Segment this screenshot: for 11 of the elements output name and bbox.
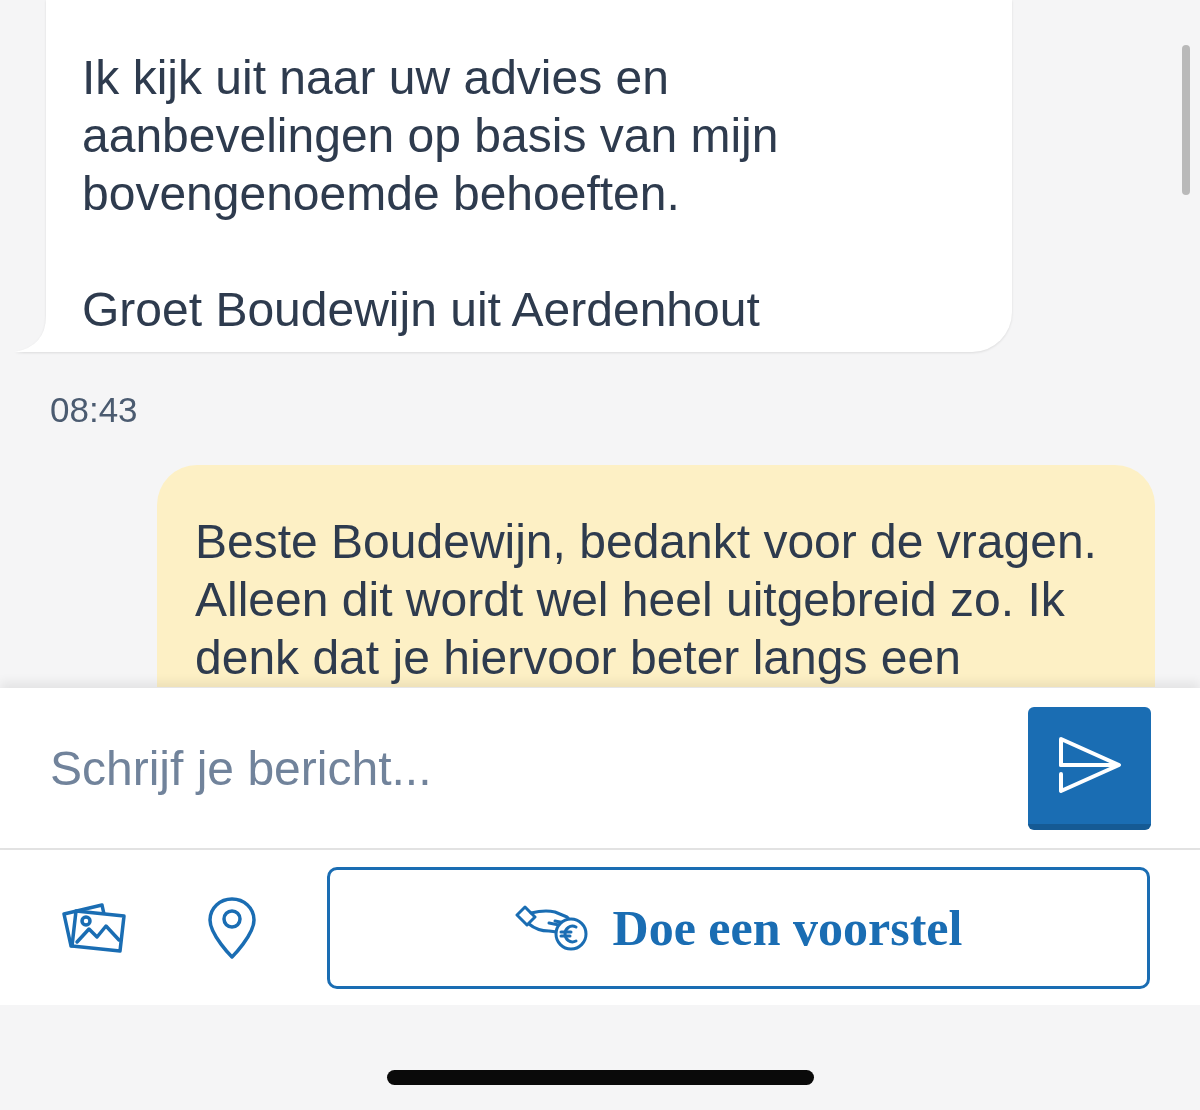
location-pin-icon[interactable] <box>208 896 256 959</box>
send-icon <box>1057 736 1122 794</box>
message-time: 08:43 <box>50 390 138 430</box>
message-text: Groet Boudewijn uit Aerdenhout <box>82 282 761 338</box>
message-text: Beste Boudewijn, bedankt voor de vragen. Alleen dit wordt wel heel uitgebreid zo. Ik denk dat je hiervoor beter langs een <box>195 514 1098 686</box>
message-composer[interactable]: Schrijf je bericht... <box>0 688 1200 848</box>
message-text: Ik kijk uit naar uw advies en aanbevelingen op basis van mijn bovengenoemde behoeften. <box>82 50 780 222</box>
photos-icon[interactable] <box>62 902 126 953</box>
send-button[interactable] <box>1028 706 1151 830</box>
make-offer-button[interactable]: Doe een voorstel <box>327 866 1150 989</box>
hand-coin-icon <box>514 904 589 951</box>
